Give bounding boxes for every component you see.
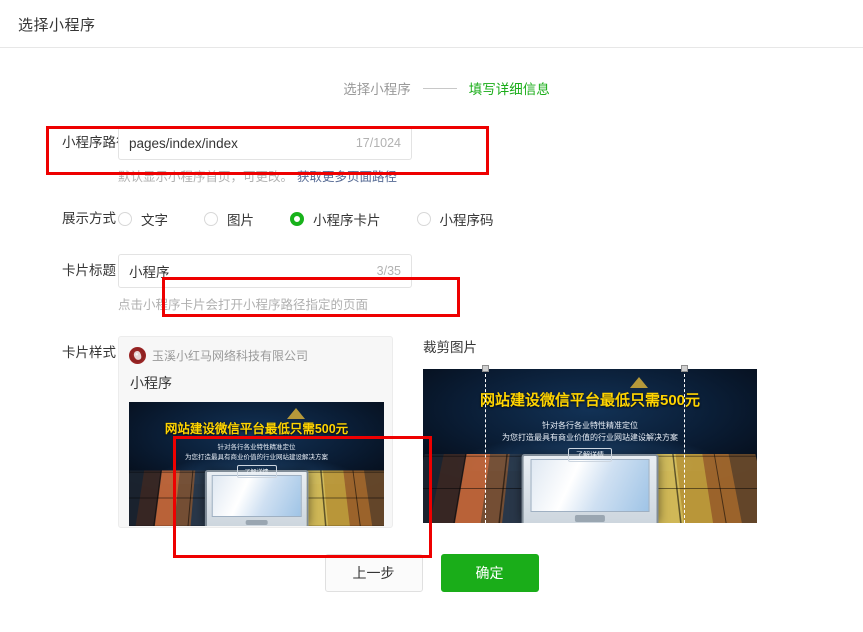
- crop-image-label: 裁剪图片: [423, 340, 477, 355]
- crop-image-panel: 裁剪图片 网站建设微信平台最低只需500元 针对各行各业特性精准定位 为您打造最…: [423, 336, 757, 528]
- path-hint-text: 默认显示小程序首页，可更改。: [118, 170, 294, 184]
- banner-cta-button: 了解详情: [236, 465, 277, 479]
- crop-handle-top-left[interactable]: [482, 365, 489, 372]
- card-title-input-box[interactable]: 3/35: [118, 254, 412, 288]
- step-select-miniprogram: 选择小程序: [343, 82, 411, 97]
- path-input[interactable]: [129, 135, 348, 151]
- card-title-label: 卡片标题: [62, 263, 116, 278]
- card-preview-title: 小程序: [130, 375, 172, 391]
- crop-stage[interactable]: 网站建设微信平台最低只需500元 针对各行各业特性精准定位 为您打造最具有商业价…: [423, 365, 757, 523]
- card-banner-image: 网站建设微信平台最低只需500元 针对各行各业特性精准定位 为您打造最具有商业价…: [129, 402, 384, 526]
- banner-imac-mockup: [204, 470, 309, 526]
- card-title-input[interactable]: [129, 263, 369, 279]
- radio-label-miniprogram-card: 小程序卡片: [313, 213, 381, 228]
- card-header: 玉溪小红马网络科技有限公司: [129, 347, 382, 364]
- radio-label-image: 图片: [227, 213, 254, 228]
- previous-step-button[interactable]: 上一步: [324, 554, 423, 592]
- path-hint: 默认显示小程序首页，可更改。 获取更多页面路径: [118, 168, 863, 186]
- radio-label-text: 文字: [141, 213, 168, 228]
- banner-subtext: 针对各行各业特性精准定位 为您打造最具有商业价值的行业网站建设解决方案: [129, 443, 384, 463]
- radio-circle-icon: [204, 212, 218, 226]
- radio-label-miniprogram-code: 小程序码: [439, 213, 494, 228]
- radio-circle-icon: [416, 212, 431, 226]
- path-char-counter: 17/1024: [355, 136, 401, 150]
- radio-option-miniprogram-card[interactable]: 小程序卡片: [290, 209, 381, 229]
- step-fill-details: 填写详细信息: [468, 82, 550, 97]
- radio-circle-selected-icon: [290, 212, 304, 226]
- dialog-footer: 上一步 确定: [0, 554, 863, 592]
- display-mode-row: 展示方式 文字 图片 小程序卡片 小程序码: [0, 202, 863, 236]
- banner-subtext-line2: 为您打造最具有商业价值的行业网站建设解决方案: [185, 453, 328, 461]
- radio-option-miniprogram-code[interactable]: 小程序码: [416, 209, 494, 229]
- company-logo-icon: [129, 347, 146, 364]
- crop-handle-top-right[interactable]: [681, 365, 688, 372]
- step-indicator: 选择小程序 填写详细信息: [0, 78, 863, 98]
- path-field-wrap: 17/1024 默认显示小程序首页，可更改。获取更多页面路径: [118, 126, 863, 186]
- banner-subtext-line1: 针对各行各业特性精准定位: [217, 443, 296, 451]
- card-org-name: 玉溪小红马网络科技有限公司: [152, 349, 309, 363]
- path-input-box[interactable]: 17/1024: [118, 126, 412, 160]
- page-title: 选择小程序: [18, 17, 96, 34]
- get-more-paths-link[interactable]: 获取更多页面路径: [297, 170, 397, 184]
- step-connector: [422, 87, 457, 89]
- path-label: 小程序路径: [62, 135, 130, 150]
- card-style-label: 卡片样式: [62, 345, 116, 360]
- banner-headline: 网站建设微信平台最低只需500元: [164, 422, 349, 437]
- miniprogram-card-preview: 玉溪小红马网络科技有限公司 小程序 网站建设微信平台最低只需500元 针对各行各…: [118, 336, 393, 528]
- crop-selection-box[interactable]: [482, 365, 688, 523]
- card-style-row: 卡片样式 玉溪小红马网络科技有限公司 小程序 网站建设微信平台最低只需500元 …: [0, 336, 863, 528]
- radio-circle-icon: [118, 212, 132, 226]
- card-title-field-wrap: 3/35 点击小程序卡片会打开小程序路径指定的页面: [118, 254, 863, 314]
- confirm-button[interactable]: 确定: [440, 554, 539, 592]
- card-title-row: 卡片标题 3/35 点击小程序卡片会打开小程序路径指定的页面: [0, 254, 863, 314]
- radio-option-image[interactable]: 图片: [204, 209, 254, 229]
- card-style-field-wrap: 玉溪小红马网络科技有限公司 小程序 网站建设微信平台最低只需500元 针对各行各…: [118, 336, 863, 528]
- dialog-header: 选择小程序: [0, 0, 863, 48]
- details-form: 小程序路径 17/1024 默认显示小程序首页，可更改。获取更多页面路径 展示方…: [0, 126, 863, 528]
- card-title-char-counter: 3/35: [376, 264, 401, 278]
- card-title-hint: 点击小程序卡片会打开小程序路径指定的页面: [118, 298, 369, 312]
- path-row: 小程序路径 17/1024 默认显示小程序首页，可更改。获取更多页面路径: [0, 126, 863, 186]
- radio-option-text[interactable]: 文字: [118, 209, 168, 229]
- display-mode-options: 文字 图片 小程序卡片 小程序码: [118, 202, 863, 236]
- display-mode-label: 展示方式: [62, 211, 116, 226]
